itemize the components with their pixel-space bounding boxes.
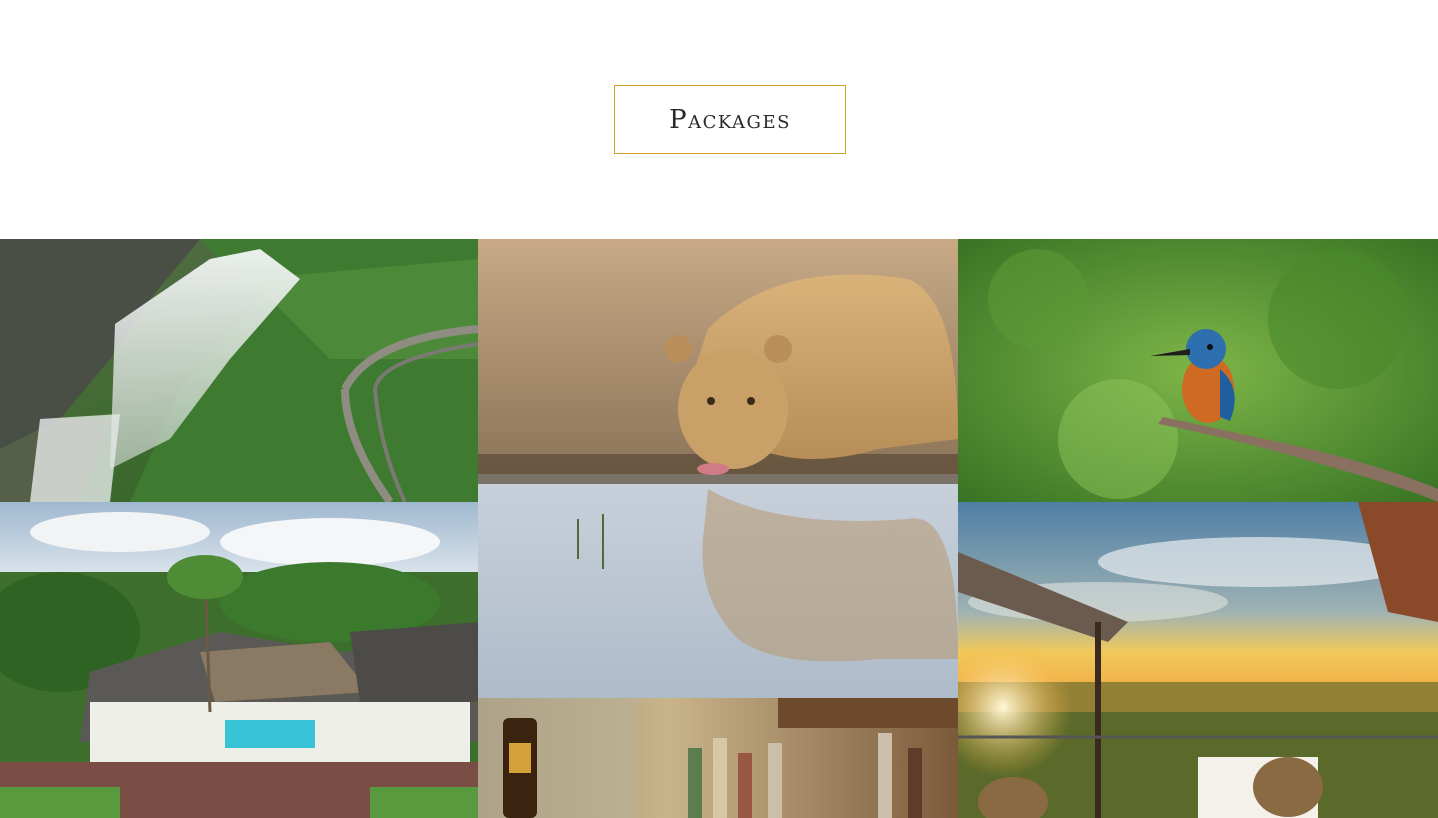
- packages-heading: Packages: [669, 104, 791, 135]
- bar-bottles-photo: [478, 698, 958, 818]
- packages-heading-box: Packages: [614, 85, 846, 154]
- lioness-drinking-photo: [478, 239, 958, 698]
- package-tile-lion[interactable]: [478, 239, 958, 698]
- package-tile-kingfisher[interactable]: [958, 239, 1438, 502]
- victoria-falls-aerial-photo: [0, 239, 478, 502]
- lodge-pool-aerial-photo: [0, 502, 478, 818]
- package-tile-sunset[interactable]: [958, 502, 1438, 818]
- package-tile-bar[interactable]: [478, 698, 958, 818]
- kingfisher-bird-photo: [958, 239, 1438, 502]
- package-tile-falls[interactable]: [0, 239, 478, 502]
- sunset-terrace-dining-photo: [958, 502, 1438, 818]
- package-tile-lodge[interactable]: [0, 502, 478, 818]
- packages-section: Packages: [0, 0, 1438, 818]
